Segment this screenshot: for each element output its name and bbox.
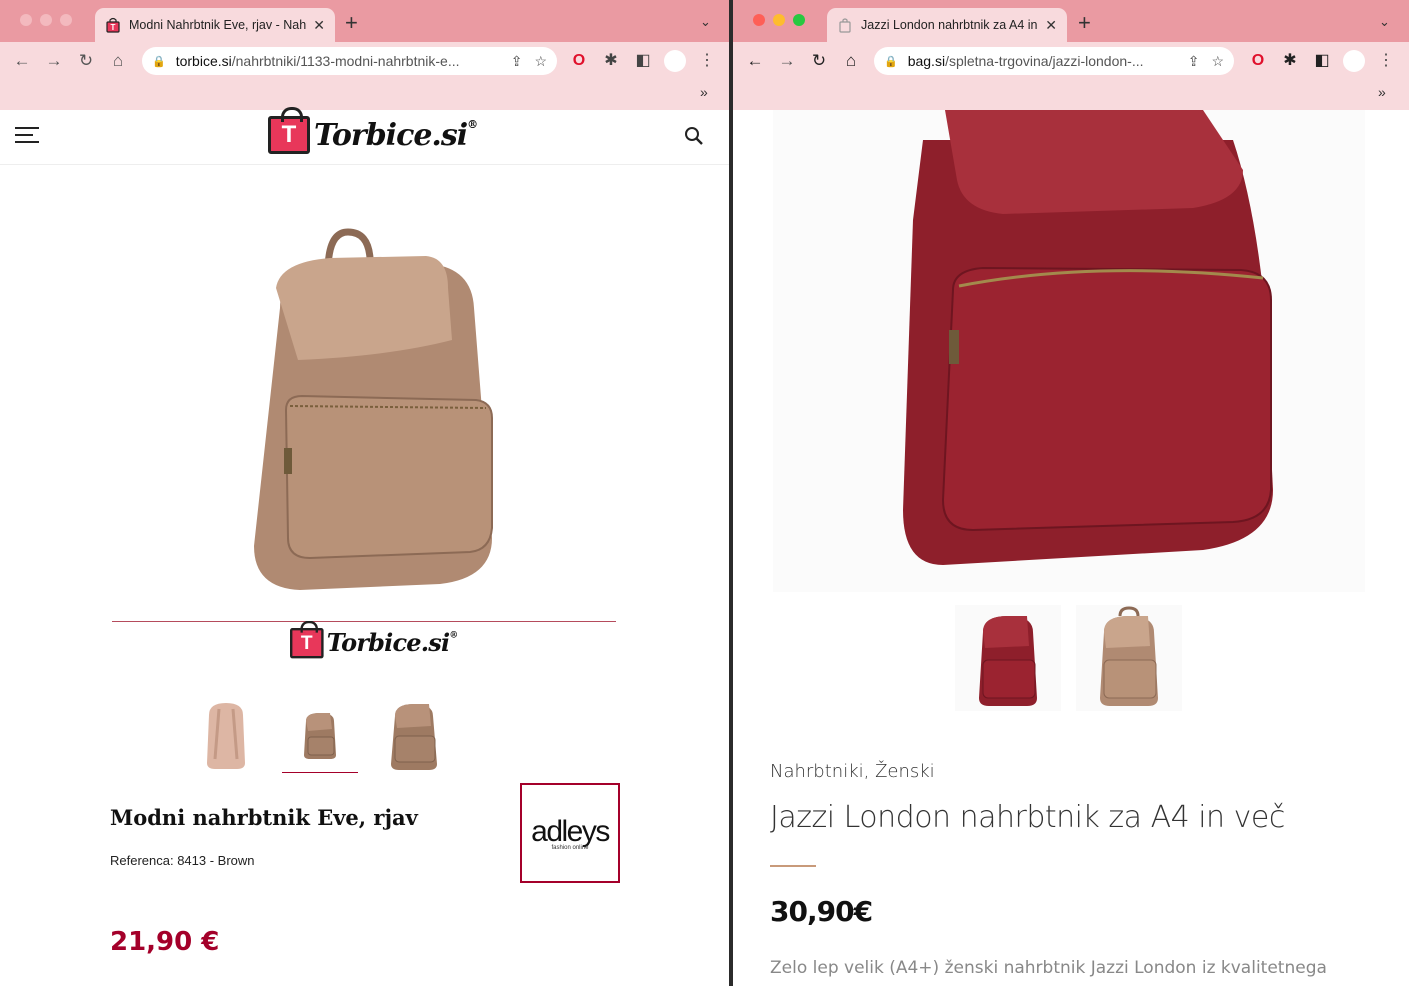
logo-bag-icon: T [290, 620, 324, 659]
brand-logo[interactable]: adleys fashion online [520, 783, 620, 883]
thumbnail-strip [188, 697, 452, 773]
new-tab-button[interactable]: + [345, 12, 358, 34]
browser-chrome: Jazzi London nahrbtnik za A4 in več ✕ + … [733, 0, 1409, 110]
site-logo[interactable]: T Torbice.si® [268, 107, 478, 154]
url-text: bag.si/spletna-trgovina/jazzi-london-... [907, 53, 1144, 69]
favicon-icon [839, 18, 851, 33]
browser-toolbar: ← → ↻ ⌂ 🔒 torbice.si/nahrbtniki/1133-mod… [0, 42, 729, 80]
window-controls [753, 14, 805, 26]
product-categories[interactable]: Nahrbtniki, Ženski [770, 761, 935, 782]
menu-dots-icon[interactable]: ⋮ [697, 51, 717, 71]
left-browser-window: T Modni Nahrbtnik Eve, rjav - Nahrbtniki… [0, 0, 729, 986]
tab-active[interactable]: T Modni Nahrbtnik Eve, rjav - Nahrbtniki… [95, 8, 335, 42]
lock-icon: 🔒 [152, 55, 166, 68]
side-panel-icon[interactable]: ◧ [1312, 51, 1332, 71]
extensions-puzzle-icon[interactable]: ✱ [1280, 51, 1300, 71]
side-panel-icon[interactable]: ◧ [633, 51, 653, 71]
thumbnail-selected[interactable] [282, 697, 358, 773]
address-bar[interactable]: 🔒 bag.si/spletna-trgovina/jazzi-london-.… [874, 47, 1234, 75]
product-price: 21,90 € [110, 927, 220, 957]
tab-active[interactable]: Jazzi London nahrbtnik za A4 in več ✕ [827, 8, 1067, 42]
address-bar[interactable]: 🔒 torbice.si/nahrbtniki/1133-modni-nahrb… [142, 47, 557, 75]
product-main-image[interactable] [240, 228, 510, 596]
product-description: Zelo lep velik (A4+) ženski nahrbtnik Ja… [770, 958, 1327, 978]
site-header: T Torbice.si® [0, 107, 729, 165]
lock-icon: 🔒 [884, 55, 898, 68]
tab-strip: Jazzi London nahrbtnik za A4 in več ✕ + … [733, 0, 1409, 42]
bookmark-star-icon[interactable]: ☆ [534, 53, 547, 70]
opera-extension-icon[interactable]: O [569, 51, 589, 71]
product-title: Jazzi London nahrbtnik za A4 in več [770, 800, 1285, 835]
close-window-button[interactable] [753, 14, 765, 26]
svg-text:T: T [111, 23, 116, 32]
tab-search-chevron-icon[interactable]: ⌄ [1379, 14, 1390, 30]
reload-icon[interactable]: ↻ [807, 49, 831, 73]
bookmarks-bar: » [0, 80, 729, 110]
bookmarks-bar: » [733, 80, 1409, 110]
product-reference: Referenca: 8413 - Brown [110, 853, 255, 868]
back-arrow-icon[interactable]: ← [10, 49, 34, 73]
new-tab-button[interactable]: + [1078, 12, 1091, 34]
share-icon[interactable]: ⇪ [1188, 53, 1200, 70]
tab-close-icon[interactable]: ✕ [313, 17, 325, 34]
forward-arrow-icon[interactable]: → [775, 49, 799, 73]
favicon-icon: T [106, 17, 120, 33]
product-title: Modni nahrbtnik Eve, rjav [110, 805, 418, 830]
tab-title: Jazzi London nahrbtnik za A4 in več [861, 18, 1039, 32]
opera-extension-icon[interactable]: O [1248, 51, 1268, 71]
thumbnail[interactable] [376, 697, 452, 773]
thumbnail-selected[interactable] [955, 605, 1061, 711]
profile-avatar[interactable] [664, 50, 686, 72]
bookmarks-overflow-icon[interactable]: » [1378, 84, 1386, 100]
search-icon[interactable] [684, 126, 704, 146]
hamburger-menu-icon[interactable] [15, 127, 39, 145]
window-controls [20, 14, 72, 26]
minimize-window-button[interactable] [773, 14, 785, 26]
logo-bag-icon: T [268, 107, 310, 154]
minimize-window-button[interactable] [40, 14, 52, 26]
browser-chrome: T Modni Nahrbtnik Eve, rjav - Nahrbtniki… [0, 0, 729, 110]
watermark-logo: T Torbice.si® [290, 620, 458, 659]
share-icon[interactable]: ⇪ [511, 53, 523, 70]
menu-dots-icon[interactable]: ⋮ [1376, 51, 1396, 71]
tab-title: Modni Nahrbtnik Eve, rjav - Nahrbtniki [129, 18, 307, 32]
forward-arrow-icon[interactable]: → [42, 49, 66, 73]
gallery-divider [112, 621, 616, 622]
close-window-button[interactable] [20, 14, 32, 26]
product-price: 30,90€ [770, 895, 873, 928]
tab-close-icon[interactable]: ✕ [1045, 17, 1057, 34]
home-icon[interactable]: ⌂ [839, 49, 863, 73]
title-underline [770, 865, 816, 867]
right-browser-window: Jazzi London nahrbtnik za A4 in več ✕ + … [733, 0, 1409, 986]
thumbnail[interactable] [1076, 605, 1182, 711]
maximize-window-button[interactable] [60, 14, 72, 26]
bookmark-star-icon[interactable]: ☆ [1211, 53, 1224, 70]
logo-text: Torbice.si® [314, 117, 478, 153]
home-icon[interactable]: ⌂ [106, 49, 130, 73]
logo-text: Torbice.si® [326, 629, 458, 658]
extensions-puzzle-icon[interactable]: ✱ [601, 51, 621, 71]
browser-toolbar: ← → ↻ ⌂ 🔒 bag.si/spletna-trgovina/jazzi-… [733, 42, 1409, 80]
url-text: torbice.si/nahrbtniki/1133-modni-nahrbtn… [175, 53, 460, 69]
tab-strip: T Modni Nahrbtnik Eve, rjav - Nahrbtniki… [0, 0, 729, 42]
back-arrow-icon[interactable]: ← [743, 49, 767, 73]
tab-search-chevron-icon[interactable]: ⌄ [700, 14, 711, 30]
maximize-window-button[interactable] [793, 14, 805, 26]
reload-icon[interactable]: ↻ [74, 49, 98, 73]
profile-avatar[interactable] [1343, 50, 1365, 72]
product-main-image[interactable] [773, 110, 1365, 592]
thumbnail[interactable] [188, 697, 264, 773]
bookmarks-overflow-icon[interactable]: » [700, 84, 708, 100]
